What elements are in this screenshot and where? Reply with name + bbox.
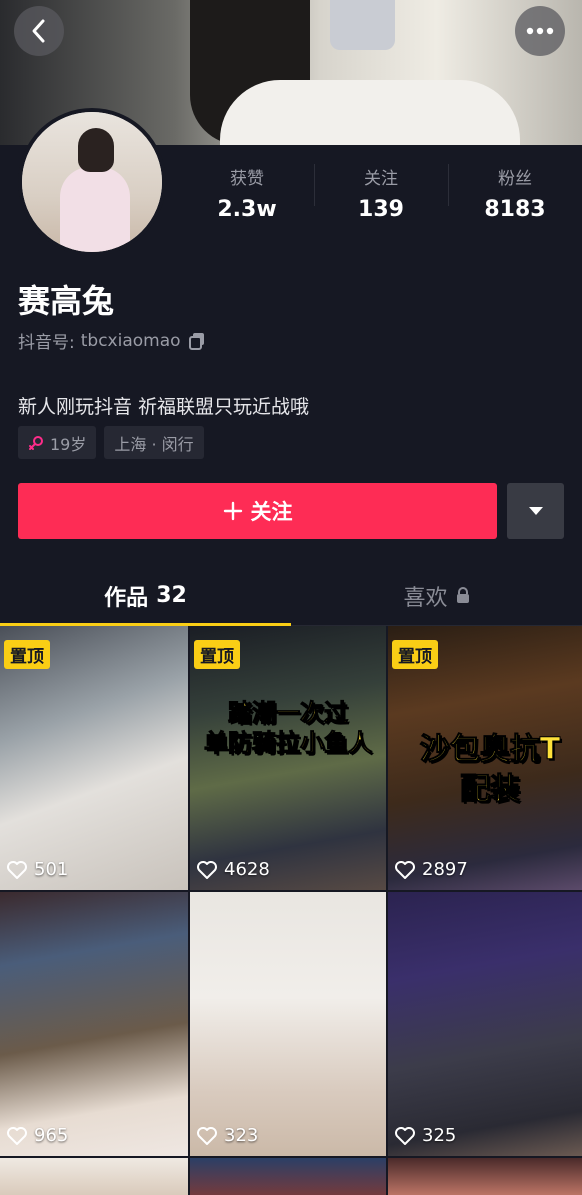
cover-photo-phone — [330, 0, 395, 50]
stat-following[interactable]: 关注 139 — [314, 160, 448, 230]
tab-works-label: 作品 — [104, 585, 149, 611]
triangle-down-icon — [528, 507, 543, 515]
video-thumbnail[interactable]: 置顶 501 — [0, 626, 188, 890]
recommend-dropdown-button[interactable] — [507, 483, 564, 539]
profile-tabs: 作品 32 喜欢 — [0, 566, 582, 626]
stat-label: 关注 — [364, 169, 398, 189]
heart-outline-icon — [7, 860, 27, 879]
video-likes-count: 501 — [34, 859, 69, 880]
pinned-badge: 置顶 — [4, 640, 50, 669]
plus-icon — [223, 501, 242, 521]
douyin-id: 抖音号: tbcxiaomao — [18, 328, 207, 353]
video-likes: 2897 — [394, 859, 468, 880]
stat-followers[interactable]: 粉丝 8183 — [448, 160, 582, 230]
video-likes-count: 2897 — [422, 859, 468, 880]
video-thumbnail[interactable]: 325 — [388, 892, 582, 1156]
age-text: 19岁 — [50, 434, 87, 454]
tab-likes[interactable]: 喜欢 — [291, 566, 582, 625]
video-likes: 4628 — [196, 859, 270, 880]
video-overlay-text: 踏潮一次过 单防骑拉小鱼人 — [204, 699, 373, 758]
video-thumbnail[interactable] — [388, 1158, 582, 1195]
pinned-badge: 置顶 — [194, 640, 240, 669]
heart-outline-icon — [7, 1126, 27, 1145]
cover-photo-shirt — [220, 80, 520, 145]
heart-outline-icon — [197, 1126, 217, 1145]
more-dots-icon — [526, 27, 554, 35]
video-thumbnail[interactable] — [190, 1158, 386, 1195]
heart-outline-icon — [197, 860, 217, 879]
stat-likes[interactable]: 获赞 2.3w — [180, 160, 314, 230]
video-thumbnail[interactable]: 965 — [0, 892, 188, 1156]
heart-outline-icon — [395, 1126, 415, 1145]
tab-works[interactable]: 作品 32 — [0, 566, 291, 626]
video-likes-count: 323 — [224, 1125, 259, 1146]
stat-label: 获赞 — [230, 169, 264, 189]
tab-likes-label: 喜欢 — [403, 585, 448, 611]
female-icon — [29, 435, 43, 450]
video-grid: 置顶 501 置顶 踏潮一次过 单防骑拉小鱼人 4628 置顶 沙包奥抗T 配装… — [0, 626, 582, 1195]
video-overlay-text: 沙包奥抗T 配装 — [419, 732, 561, 808]
video-likes-count: 965 — [34, 1125, 69, 1146]
heart-outline-icon — [395, 860, 415, 879]
video-likes-count: 325 — [422, 1125, 457, 1146]
video-thumbnail[interactable] — [0, 1158, 188, 1195]
profile-stats: 获赞 2.3w 关注 139 粉丝 8183 — [180, 160, 582, 230]
video-likes: 323 — [196, 1125, 258, 1146]
video-likes: 965 — [6, 1125, 68, 1146]
location-tag: 上海 · 闵行 — [104, 426, 204, 459]
stat-value: 2.3w — [217, 197, 277, 222]
video-thumbnail[interactable]: 置顶 沙包奥抗T 配装 2897 — [388, 626, 582, 890]
follow-button[interactable]: 关注 — [18, 483, 497, 539]
video-thumbnail[interactable]: 323 — [190, 892, 386, 1156]
stat-label: 粉丝 — [498, 169, 532, 189]
profile-bio: 新人刚玩抖音 祈福联盟只玩近战哦 — [18, 396, 310, 418]
video-likes: 325 — [394, 1125, 456, 1146]
stat-value: 8183 — [484, 197, 546, 222]
tab-works-count: 32 — [156, 583, 187, 608]
age-tag: 19岁 — [18, 426, 97, 459]
video-likes: 501 — [6, 859, 68, 880]
profile-name: 赛高兔 — [18, 282, 115, 320]
profile-tags: 19岁 上海 · 闵行 — [18, 426, 204, 459]
copy-icon[interactable] — [187, 331, 207, 351]
location-text: 上海 · 闵行 — [114, 434, 194, 454]
back-button[interactable] — [14, 6, 64, 56]
more-button[interactable] — [515, 6, 565, 56]
avatar[interactable] — [18, 108, 166, 256]
lock-icon — [456, 587, 469, 603]
douyin-id-value: tbcxiaomao — [80, 330, 181, 351]
douyin-id-label: 抖音号: — [18, 333, 75, 353]
follow-label: 关注 — [250, 500, 293, 524]
stat-value: 139 — [358, 197, 404, 222]
video-likes-count: 4628 — [224, 859, 270, 880]
pinned-badge: 置顶 — [392, 640, 438, 669]
back-chevron-icon — [32, 19, 45, 43]
video-thumbnail[interactable]: 置顶 踏潮一次过 单防骑拉小鱼人 4628 — [190, 626, 386, 890]
